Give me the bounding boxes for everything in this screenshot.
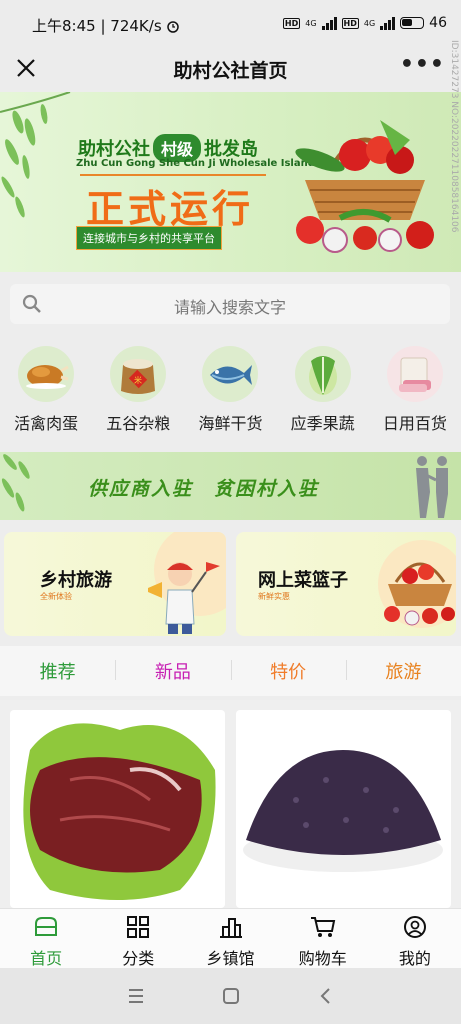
nav-home[interactable]: 首页 (0, 909, 92, 968)
user-profile-icon (403, 916, 426, 938)
category-seafood[interactable]: 海鲜干货 (184, 340, 276, 440)
status-bar: 上午8:45 | 724K/s HD 4G HD 4G 46 (0, 0, 461, 46)
beef-image (23, 723, 216, 900)
category-daily-goods[interactable]: 日用百货 (369, 340, 461, 440)
hd-badge-icon-2: HD (341, 17, 359, 29)
category-label: 活禽肉蛋 (14, 414, 79, 433)
product-grid (0, 700, 461, 908)
home-icon (35, 917, 58, 936)
category-label: 海鲜干货 (198, 414, 263, 433)
status-speed: 724K/s (110, 17, 162, 35)
fish-icon (202, 346, 259, 402)
towel-icon (386, 346, 443, 402)
card-title: 网上菜篮子 (258, 570, 348, 591)
banner-divider (80, 174, 266, 176)
title-bar: 助村公社首页 ••• (0, 46, 461, 90)
banner-slogan: 连接城市与乡村的共享平台 (76, 226, 222, 250)
hero-banner[interactable]: 助村公社 村级 批发岛 Zhu Cun Gong She Cun Ji Whol… (0, 92, 461, 272)
category-label: 五谷杂粮 (106, 414, 171, 433)
svg-text:米: 米 (134, 375, 142, 385)
tour-guide-girl-icon (148, 532, 226, 634)
category-label: 日用百货 (382, 414, 447, 433)
black-rice-image (243, 750, 443, 872)
search-bar[interactable]: 请输入搜索文字 (10, 284, 450, 324)
shopping-cart-icon (310, 917, 335, 937)
grid-category-icon (127, 916, 150, 938)
banner-headline: 正式运行 (86, 187, 255, 231)
nav-cart[interactable]: 购物车 (277, 909, 369, 968)
nav-category[interactable]: 分类 (92, 909, 184, 968)
nav-profile[interactable]: 我的 (369, 909, 461, 968)
category-vegetables[interactable]: 应季果蔬 (277, 340, 369, 440)
vegetable-basket-icon (295, 120, 434, 253)
category-label: 应季果蔬 (290, 414, 355, 433)
nav-label: 乡镇馆 (206, 949, 255, 968)
status-time: 上午8:45 (32, 17, 96, 35)
product-card-black-rice[interactable] (236, 710, 451, 908)
nav-label: 我的 (398, 949, 431, 968)
product-card-beef[interactable] (10, 710, 225, 908)
battery-icon (400, 17, 425, 29)
cabbage-icon (294, 346, 351, 402)
tab-travel[interactable]: 旅游 (345, 658, 461, 684)
supplier-join-banner[interactable]: 供应商入驻 贫困村入驻 (0, 452, 461, 520)
rural-tourism-card[interactable]: 乡村旅游 全新体验 (4, 532, 226, 636)
network-type-2: 4G (363, 18, 376, 28)
building-icon (219, 918, 242, 938)
card-subtitle: 全新体验 (40, 592, 72, 601)
alarm-icon (167, 21, 180, 33)
supplier-join-text: 供应商入驻 贫困村入驻 (88, 478, 320, 500)
product-tabs: 推荐 新品 特价 旅游 (0, 646, 461, 696)
signal-icon-2 (380, 16, 396, 30)
hd-badge-icon: HD (282, 17, 301, 29)
nav-label: 首页 (30, 949, 63, 968)
vegetable-basket-icon (378, 540, 456, 628)
network-type-1: 4G (305, 18, 317, 28)
search-input[interactable]: 请输入搜索文字 (10, 294, 450, 318)
nav-label: 分类 (122, 949, 155, 968)
tab-recommended[interactable]: 推荐 (0, 658, 115, 684)
grain-sack-icon: 米 (110, 346, 167, 402)
category-grains[interactable]: 米 五谷杂粮 (92, 340, 184, 440)
more-menu-button[interactable]: ••• (400, 52, 445, 77)
willow-leaves-icon (0, 92, 71, 218)
nav-township[interactable]: 乡镇馆 (184, 909, 276, 968)
signal-icon (321, 16, 337, 30)
roast-chicken-icon (18, 346, 75, 402)
willow-leaves-icon (1, 454, 30, 512)
system-navigation-bar (0, 968, 461, 1024)
status-right: HD 4G HD 4G 46 (282, 15, 447, 31)
card-title: 乡村旅游 (40, 570, 112, 591)
battery-level: 46 (429, 15, 447, 31)
category-poultry[interactable]: 活禽肉蛋 (0, 340, 92, 440)
back-chevron-icon[interactable] (314, 984, 338, 1008)
card-subtitle: 新鲜实惠 (258, 592, 290, 601)
tab-special-price[interactable]: 特价 (230, 658, 346, 684)
watermark-text: ID:31427273 NO:20220227110858164106 (449, 40, 459, 233)
status-left: 上午8:45 | 724K/s (32, 15, 180, 36)
page-title: 助村公社首页 (173, 60, 288, 82)
online-grocery-card[interactable]: 网上菜篮子 新鲜实惠 (236, 532, 456, 636)
category-grid: 活禽肉蛋 米 五谷杂粮 海鲜干货 应季果蔬 日用百货 (0, 340, 461, 440)
handshake-people-icon (416, 456, 448, 518)
tab-new[interactable]: 新品 (115, 658, 230, 684)
home-square-icon[interactable] (219, 984, 243, 1008)
nav-label: 购物车 (298, 949, 347, 968)
menu-icon[interactable] (124, 984, 148, 1008)
bottom-navigation: 首页 分类 乡镇馆 购物车 我的 (0, 908, 461, 968)
